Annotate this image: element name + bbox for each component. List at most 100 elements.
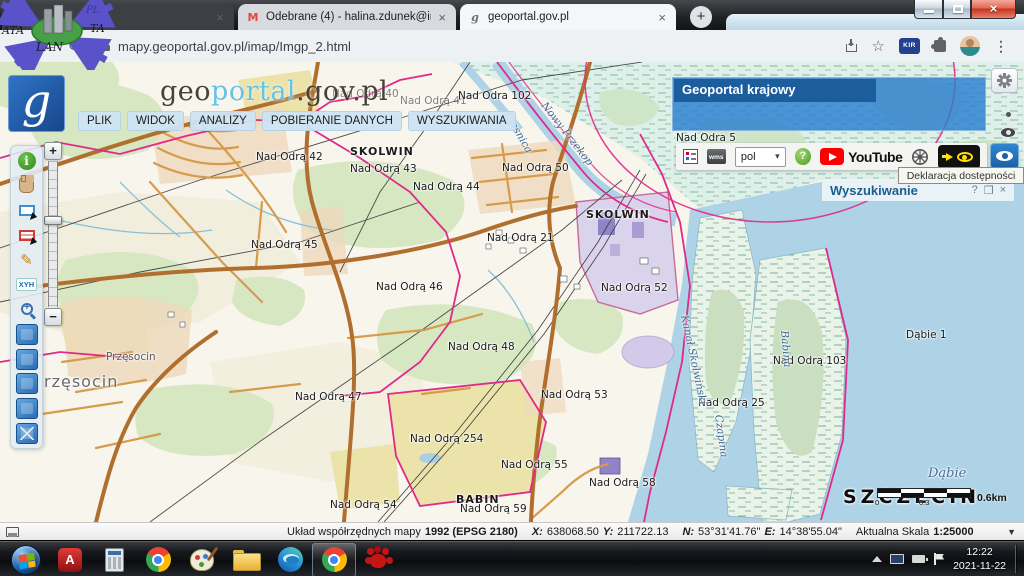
map-label: Nad Odrą 54 [330,499,397,511]
new-tab-button[interactable]: + [690,6,712,28]
map-label: Nad Odrą 44 [413,181,480,193]
map-viewport[interactable]: Nad Odrą 40 Nad Odrą 41 Nad Odra 102 Nad… [0,62,1024,522]
minimize-button[interactable] [914,0,943,19]
close-button[interactable]: × [971,0,1016,19]
wms-icon[interactable]: wms [706,149,726,164]
layer-icon [15,398,38,420]
taskbar-explorer[interactable] [224,543,268,576]
taskbar-calculator[interactable] [92,543,136,576]
taskbar-irfanview[interactable] [356,543,400,576]
maximize-button[interactable] [943,0,971,19]
accessibility-contrast-button[interactable] [938,144,980,169]
map-label: Nad Odrą 42 [256,151,323,163]
zoom-slider-track[interactable] [48,161,58,307]
statusbar-map-icon[interactable] [6,526,19,537]
map-label: Nad Odrą 47 [295,391,362,403]
edge-icon [277,547,303,572]
legend-icon[interactable] [683,149,698,164]
dot-marker-icon[interactable] [1006,112,1011,117]
layer-button-1[interactable] [15,323,38,345]
layer-panel[interactable]: Geoportal krajowy [672,77,986,131]
taskbar-edge[interactable] [268,543,312,576]
tray-battery-icon[interactable] [912,555,928,563]
panel-close-icon[interactable]: × [1000,184,1006,197]
cursor-icon [29,236,39,247]
map-label: Przęsocin [106,351,156,363]
help-icon[interactable]: ? [794,148,812,165]
zoom-slider-handle[interactable] [44,216,62,225]
pencil-icon: ✎ [20,250,33,269]
y-coordinate: 211722.13 [617,525,669,538]
map-label: Nad Odrą 46 [376,281,443,293]
browser-tab-geoportal[interactable]: g geoportal.gov.pl × [460,4,676,30]
geoportal-logo[interactable]: g [8,74,65,132]
xyh-icon: XYH [15,278,38,292]
coordinates-tool[interactable]: XYH [15,274,38,295]
tray-display-icon[interactable] [890,554,905,564]
browser-tab-gmail[interactable]: M Odebrane (4) - halina.zdunek@in × [238,4,456,30]
settings-button[interactable] [991,68,1018,93]
eye-small-icon[interactable] [1001,128,1015,137]
pan-tool[interactable] [15,175,38,196]
start-button[interactable] [4,543,48,576]
accessibility-tooltip: Deklaracja dostępności [898,167,1024,184]
zoom-in-button[interactable]: + [44,142,62,160]
profile-avatar[interactable] [960,36,980,56]
layer-button-4[interactable] [15,398,38,420]
tray-expand-icon[interactable] [872,556,883,562]
tab-close-icon[interactable]: × [656,11,668,24]
chevron-down-icon: ▾ [775,151,780,161]
geoportal-title: geoportal.gov.pl [160,76,389,107]
menu-item[interactable]: WYSZUKIWANIA [407,111,516,131]
watermark-text-ata: ATA [1,24,24,37]
magnifier-icon [20,302,33,316]
e-coordinate: 14°38'55.04" [779,525,842,538]
tab-close-icon[interactable]: × [436,11,448,24]
wheel-icon[interactable] [911,148,929,166]
draw-tool[interactable]: ✎ [15,249,38,270]
panel-help-icon[interactable]: ? [972,184,978,197]
zoom-tool[interactable] [15,299,38,320]
bookmark-star-icon[interactable]: ☆ [872,37,885,55]
map-label: rzęsocin [44,372,119,391]
address-bar[interactable]: mapy.geoportal.gov.pl/imap/Imgp_2.html [118,39,351,54]
menu-item[interactable]: POBIERANIE DANYCH [261,111,402,131]
gmail-icon: M [247,10,259,24]
taskbar-chrome[interactable] [136,543,180,576]
calculator-icon [104,547,124,572]
map-label: Kanał Skolwiński [678,314,709,406]
layer-button-5[interactable] [15,422,38,444]
tab-close-icon[interactable]: × [214,11,226,24]
menu-item[interactable]: PLIK [78,111,121,131]
panel-maximize-icon[interactable]: ❒ [984,184,994,197]
language-select[interactable]: pol ▾ [734,146,786,167]
geoportal-favicon: g [471,10,479,24]
show-desktop-divider[interactable] [1015,545,1016,573]
map-label: Nad Odrą 48 [448,341,515,353]
statusbar-expand-caret[interactable]: ▼ [1007,527,1016,537]
taskbar-paint[interactable] [180,543,224,576]
select-red-rect-tool[interactable] [15,224,39,247]
layer-button-2[interactable] [15,348,38,370]
map-label: Nad Odrą 50 [502,162,569,174]
gear-icon [997,73,1012,88]
irfanview-icon [366,547,390,572]
share-icon[interactable] [845,39,858,52]
youtube-link[interactable]: YouTube [820,148,903,165]
select-rect-tool[interactable] [15,200,39,222]
menu-item[interactable]: WIDOK [126,111,184,131]
action-center-flag-icon[interactable] [933,553,945,565]
layer-button-3[interactable] [15,373,38,395]
n-label: N: [682,525,695,538]
taskbar-clock[interactable]: 12:22 2021-11-22 [953,545,1006,573]
kir-extension-icon[interactable]: KIR [899,38,920,54]
extensions-puzzle-icon[interactable] [931,37,946,52]
zoom-out-button[interactable]: − [44,308,62,326]
identify-tool[interactable]: i [15,150,38,171]
accessibility-eye-button[interactable] [990,143,1019,169]
cursor-icon [29,212,39,222]
taskbar-acrobat[interactable]: A [48,543,92,576]
taskbar-chrome-active[interactable] [312,542,356,576]
browser-menu-icon[interactable]: ⋮ [994,38,1008,55]
menu-item[interactable]: ANALIZY [189,111,256,131]
